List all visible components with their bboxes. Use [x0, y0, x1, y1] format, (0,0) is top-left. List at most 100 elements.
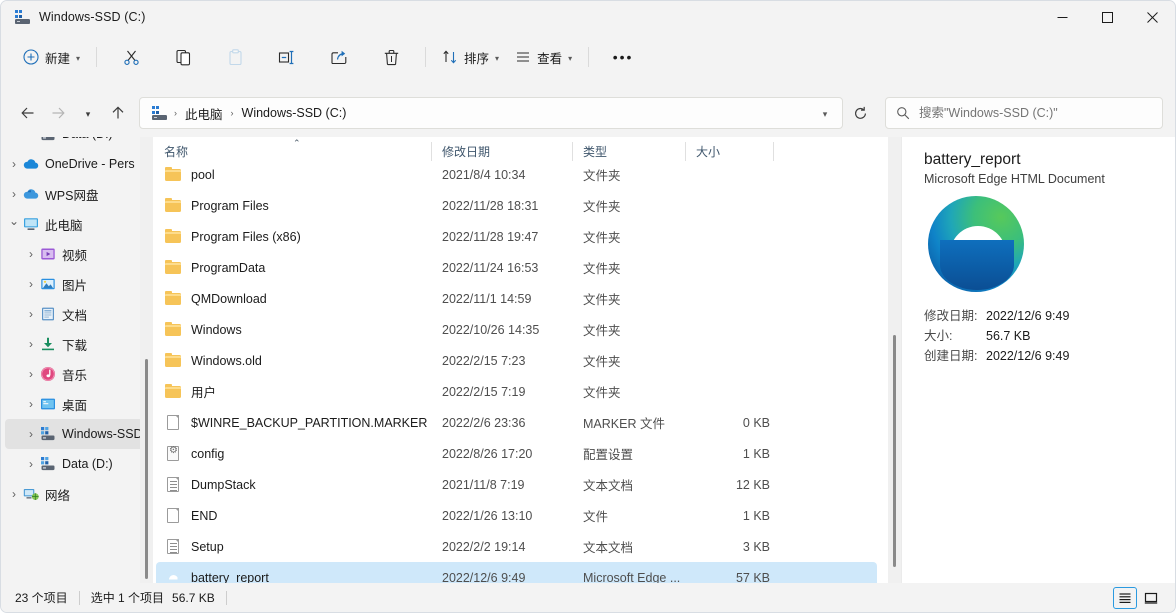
cell-name: Program Files (x86): [156, 228, 434, 245]
cell-date: 2022/11/24 16:53: [442, 260, 539, 275]
table-row[interactable]: battery_report 2022/12/6 9:49 Microsoft Ed…: [156, 562, 877, 584]
sidebar-item-0[interactable]: Data (D:): [5, 137, 149, 149]
sidebar-item-3[interactable]: ⌄ 此电脑: [5, 209, 149, 239]
cell-name: 用户: [156, 382, 434, 401]
cell-type: 文本文档: [583, 479, 634, 493]
sidebar-item-11[interactable]: › Data (D:): [5, 449, 149, 479]
chevron-right-icon[interactable]: ›: [22, 397, 40, 411]
file-name: Setup: [191, 539, 224, 554]
table-row[interactable]: Program Files (x86) 2022/11/28 19:47 文件夹: [156, 221, 877, 252]
chevron-right-icon[interactable]: ›: [22, 307, 40, 321]
desktop-icon: [40, 396, 56, 412]
chevron-right-icon[interactable]: ›: [22, 337, 40, 351]
sidebar-item-8[interactable]: › 音乐: [5, 359, 149, 389]
cell-date: 2022/2/2 19:14: [442, 539, 526, 554]
cell-date: 2022/2/15 7:23: [442, 353, 526, 368]
chevron-right-icon[interactable]: ›: [5, 187, 23, 201]
chevron-right-icon[interactable]: ›: [5, 157, 23, 171]
chevron-right-icon[interactable]: ›: [22, 427, 40, 441]
file-name: $WINRE_BACKUP_PARTITION.MARKER: [191, 415, 428, 430]
table-row[interactable]: pool 2021/8/4 10:34 文件夹: [156, 159, 877, 190]
chevron-right-icon[interactable]: ›: [22, 277, 40, 291]
edge-icon: [165, 570, 182, 585]
column-header-size-label: 大小: [696, 145, 721, 159]
minimize-button[interactable]: [1040, 1, 1085, 33]
up-button[interactable]: [103, 98, 133, 128]
back-button[interactable]: [13, 98, 43, 128]
breadcrumb-item-this-pc[interactable]: 此电脑: [180, 101, 228, 126]
file-list-scrollbar-thumb[interactable]: [893, 335, 896, 567]
file-name: Program Files: [191, 198, 269, 213]
chevron-down-icon: ▾: [568, 53, 573, 63]
details-view-button[interactable]: [1113, 586, 1137, 609]
recent-locations-button[interactable]: ▾: [73, 98, 103, 128]
table-row[interactable]: ProgramData 2022/11/24 16:53 文件夹: [156, 252, 877, 283]
sidebar-item-7[interactable]: › 下载: [5, 329, 149, 359]
address-bar[interactable]: › 此电脑 › Windows-SSD (C:) ▾: [139, 97, 843, 129]
table-row[interactable]: Windows 2022/10/26 14:35 文件夹: [156, 314, 877, 345]
sort-icon: [443, 50, 457, 64]
search-box[interactable]: [885, 97, 1163, 129]
delete-button[interactable]: [365, 41, 417, 73]
cell-date: 2022/11/1 14:59: [442, 291, 532, 306]
new-button[interactable]: 新建 ▾: [15, 41, 88, 73]
status-selection-size: 56.7 KB: [172, 590, 215, 605]
table-row[interactable]: QMDownload 2022/11/1 14:59 文件夹: [156, 283, 877, 314]
cell-date: 2022/11/28 19:47: [442, 229, 539, 244]
table-row[interactable]: 用户 2022/2/15 7:19 文件夹: [156, 376, 877, 407]
navigation-scrollbar[interactable]: [140, 137, 153, 584]
rename-icon: [278, 50, 294, 64]
cell-type: 文件夹: [583, 200, 621, 214]
sidebar-item-4[interactable]: › 视频: [5, 239, 149, 269]
cell-name: pool: [156, 166, 434, 183]
paste-button[interactable]: [209, 41, 261, 73]
forward-button[interactable]: [43, 98, 73, 128]
rename-button[interactable]: [261, 41, 313, 73]
large-icons-view-button[interactable]: [1139, 587, 1163, 609]
share-button[interactable]: [313, 41, 365, 73]
sort-button[interactable]: 排序 ▾: [434, 41, 507, 73]
sidebar-item-1[interactable]: › OneDrive - Pers: [5, 149, 149, 179]
chevron-right-icon[interactable]: ›: [22, 367, 40, 381]
more-options-button[interactable]: •••: [597, 41, 649, 73]
chevron-right-icon[interactable]: ›: [22, 457, 40, 471]
sidebar-item-9[interactable]: › 桌面: [5, 389, 149, 419]
cell-size: 57 KB: [735, 570, 770, 585]
navigation-scrollbar-thumb[interactable]: [145, 359, 148, 579]
maximize-button[interactable]: [1085, 1, 1130, 33]
sidebar-item-5[interactable]: › 图片: [5, 269, 149, 299]
file-name: END: [191, 508, 218, 523]
chevron-right-icon[interactable]: ›: [5, 487, 23, 501]
file-list-scrollbar[interactable]: [888, 137, 901, 584]
close-button[interactable]: [1130, 1, 1175, 33]
copy-button[interactable]: [157, 41, 209, 73]
refresh-button[interactable]: [845, 98, 875, 128]
view-button[interactable]: 查看 ▾: [507, 41, 580, 73]
table-row[interactable]: DumpStack 2021/11/8 7:19 文本文档 12 KB: [156, 469, 877, 500]
cut-button[interactable]: [105, 41, 157, 73]
sidebar-item-2[interactable]: › WPS网盘: [5, 179, 149, 209]
folder-icon: [165, 228, 182, 245]
edge-icon: [928, 196, 1024, 292]
cell-name: config: [156, 446, 434, 462]
chevron-right-icon[interactable]: ›: [22, 247, 40, 261]
file-name: Program Files (x86): [191, 229, 301, 244]
chevron-down-icon[interactable]: ⌄: [5, 214, 23, 228]
sidebar-item-10[interactable]: › Windows-SSD: [5, 419, 149, 449]
search-input[interactable]: [919, 106, 1149, 120]
breadcrumb-drive-icon: [151, 106, 168, 121]
table-row[interactable]: $WINRE_BACKUP_PARTITION.MARKER 2022/2/6 2…: [156, 407, 877, 438]
table-row[interactable]: config 2022/8/26 17:20 配置设置 1 KB: [156, 438, 877, 469]
window-controls: [1040, 1, 1175, 33]
table-row[interactable]: Windows.old 2022/2/15 7:23 文件夹: [156, 345, 877, 376]
table-row[interactable]: Setup 2022/2/2 19:14 文本文档 3 KB: [156, 531, 877, 562]
sidebar-item-12[interactable]: › 网络: [5, 479, 149, 509]
sidebar-item-6[interactable]: › 文档: [5, 299, 149, 329]
address-dropdown-button[interactable]: ▾: [812, 100, 838, 126]
table-row[interactable]: END 2022/1/26 13:10 文件 1 KB: [156, 500, 877, 531]
cell-date: 2022/12/6 9:49: [442, 570, 526, 585]
breadcrumb-item-windows-ssd[interactable]: Windows-SSD (C:): [237, 103, 352, 123]
cell-type: 文件夹: [583, 169, 621, 183]
cell-name: $WINRE_BACKUP_PARTITION.MARKER: [156, 415, 434, 431]
table-row[interactable]: Program Files 2022/11/28 18:31 文件夹: [156, 190, 877, 221]
